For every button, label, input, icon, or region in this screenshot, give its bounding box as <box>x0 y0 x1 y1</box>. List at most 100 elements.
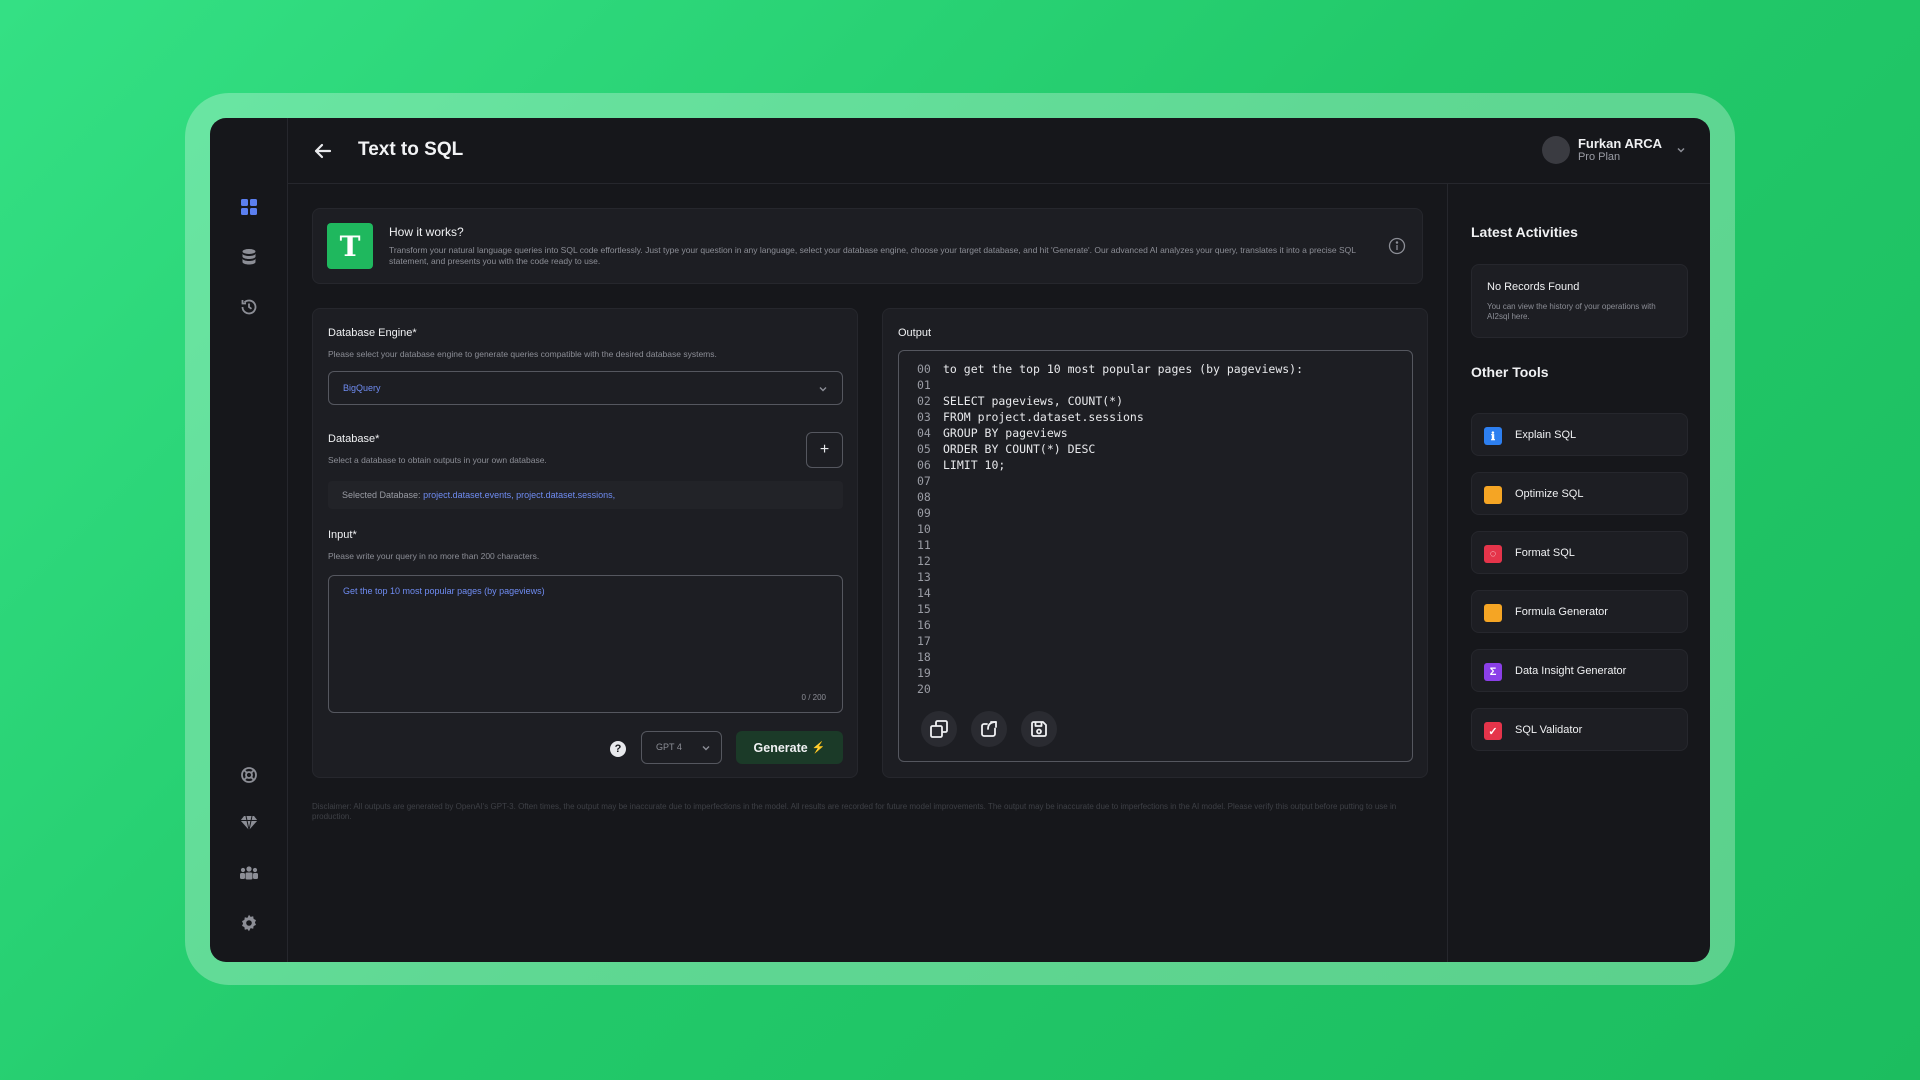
tool-format-sql[interactable]: ◌ Format SQL <box>1471 531 1688 574</box>
tool-label: Explain SQL <box>1515 429 1577 441</box>
copy-icon <box>930 720 948 738</box>
copy-button[interactable] <box>921 711 957 747</box>
dashboard-icon[interactable] <box>239 197 259 217</box>
model-value: GPT 4 <box>656 742 682 752</box>
save-button[interactable] <box>1021 711 1057 747</box>
query-input[interactable]: Get the top 10 most popular pages (by pa… <box>328 575 843 713</box>
line-number: 08 <box>917 490 931 504</box>
code-line: 07 <box>917 473 1303 489</box>
app-logo: T <box>327 223 373 269</box>
code-text: SELECT pageviews, COUNT(*) <box>943 394 1124 408</box>
chevron-down-icon <box>1677 147 1685 153</box>
tool-data-insight-generator[interactable]: Σ Data Insight Generator <box>1471 649 1688 692</box>
output-actions <box>921 711 1057 747</box>
line-number: 17 <box>917 634 931 648</box>
code-line: 03 FROM project.dataset.sessions <box>917 409 1303 425</box>
code-line: 12 <box>917 553 1303 569</box>
database-help: Select a database to obtain outputs in y… <box>328 455 547 465</box>
output-card: Output 00 to get the top 10 most popular … <box>882 308 1428 778</box>
engine-label: Database Engine* <box>328 327 417 339</box>
how-it-works-text: Transform your natural language queries … <box>389 245 1356 266</box>
empty-title: No Records Found <box>1487 281 1580 293</box>
disclaimer: Disclaimer: All outputs are generated by… <box>312 802 1397 821</box>
code-line: 20 <box>917 681 1303 697</box>
line-number: 19 <box>917 666 931 680</box>
back-arrow-icon[interactable] <box>312 140 334 162</box>
input-help: Please write your query in no more than … <box>328 551 540 561</box>
tool-sql-validator[interactable]: ✓ SQL Validator <box>1471 708 1688 751</box>
empty-text: You can view the history of your operati… <box>1487 302 1656 321</box>
chevron-down-icon <box>819 387 827 392</box>
tool-explain-sql[interactable]: ℹ Explain SQL <box>1471 413 1688 456</box>
selected-database: Selected Database: project.dataset.event… <box>328 481 843 509</box>
optimize-icon <box>1484 486 1502 504</box>
line-number: 15 <box>917 602 931 616</box>
input-label: Input* <box>328 529 357 541</box>
how-it-works-banner: T How it works? Transform your natural l… <box>312 208 1423 284</box>
line-number: 18 <box>917 650 931 664</box>
add-database-button[interactable]: + <box>806 432 843 468</box>
line-number: 20 <box>917 682 931 696</box>
code-text: GROUP BY pageviews <box>943 426 1068 440</box>
selected-database-list[interactable]: project.dataset.events, project.dataset.… <box>423 490 615 500</box>
sidebar <box>210 118 288 962</box>
engine-help: Please select your database engine to ge… <box>328 349 717 359</box>
line-number: 05 <box>917 442 931 456</box>
insight-icon: Σ <box>1484 663 1502 681</box>
user-name: Furkan ARCA <box>1577 135 1662 151</box>
tool-label: SQL Validator <box>1515 724 1583 736</box>
line-number: 13 <box>917 570 931 584</box>
code-line: 01 <box>917 377 1303 393</box>
share-icon <box>981 721 997 737</box>
code-line: 15 <box>917 601 1303 617</box>
settings-icon[interactable] <box>239 913 259 933</box>
chevron-down-icon <box>702 746 710 751</box>
main-content: T How it works? Transform your natural l… <box>288 184 1447 962</box>
help-icon[interactable]: ? <box>610 741 626 757</box>
right-panel: Latest Activities No Records Found You c… <box>1447 184 1710 962</box>
share-button[interactable] <box>971 711 1007 747</box>
code-line: 16 <box>917 617 1303 633</box>
code-line: 17 <box>917 633 1303 649</box>
code-line: 00 to get the top 10 most popular pages (… <box>917 361 1303 377</box>
generate-button[interactable]: Generate ⚡ <box>736 731 843 764</box>
code-line: 11 <box>917 537 1303 553</box>
user-info: Furkan ARCA Pro Plan <box>1577 135 1662 164</box>
code-text: to get the top 10 most popular pages (by… <box>943 362 1304 376</box>
query-form-card: Database Engine* Please select your data… <box>312 308 858 778</box>
generate-label: Generate <box>753 740 808 755</box>
diamond-icon[interactable] <box>239 813 259 833</box>
app-window: Text to SQL Furkan ARCA Pro Plan T How i… <box>210 118 1710 962</box>
team-icon[interactable] <box>239 863 259 883</box>
explain-icon: ℹ <box>1484 427 1502 445</box>
code-line: 13 <box>917 569 1303 585</box>
query-input-value: Get the top 10 most popular pages (by pa… <box>343 586 545 596</box>
code-line: 08 <box>917 489 1303 505</box>
selected-database-prefix: Selected Database: <box>342 490 421 500</box>
database-icon[interactable] <box>239 247 259 267</box>
tool-optimize-sql[interactable]: Optimize SQL <box>1471 472 1688 515</box>
database-label: Database* <box>328 433 380 445</box>
bolt-icon: ⚡ <box>811 742 826 754</box>
code-text: FROM project.dataset.sessions <box>943 410 1144 424</box>
avatar <box>1541 136 1570 164</box>
code-line: 05 ORDER BY COUNT(*) DESC <box>917 441 1303 457</box>
info-icon[interactable] <box>1388 237 1406 255</box>
user-menu[interactable]: Furkan ARCA Pro Plan <box>1541 135 1686 164</box>
history-icon[interactable] <box>239 297 259 317</box>
line-number: 14 <box>917 586 931 600</box>
validator-icon: ✓ <box>1484 722 1502 740</box>
tool-formula-generator[interactable]: Formula Generator <box>1471 590 1688 633</box>
output-code-box[interactable]: 00 to get the top 10 most popular pages (… <box>898 350 1413 762</box>
line-number: 00 <box>917 362 931 376</box>
tool-label: Formula Generator <box>1515 606 1608 618</box>
support-icon[interactable] <box>239 765 259 785</box>
how-it-works-title: How it works? <box>389 225 464 239</box>
save-icon <box>1031 721 1047 737</box>
code-line: 04 GROUP BY pageviews <box>917 425 1303 441</box>
line-number: 06 <box>917 458 931 472</box>
model-select[interactable]: GPT 4 <box>641 731 722 764</box>
line-number: 09 <box>917 506 931 520</box>
latest-activities-title: Latest Activities <box>1471 224 1578 240</box>
engine-select[interactable]: BigQuery <box>328 371 843 405</box>
